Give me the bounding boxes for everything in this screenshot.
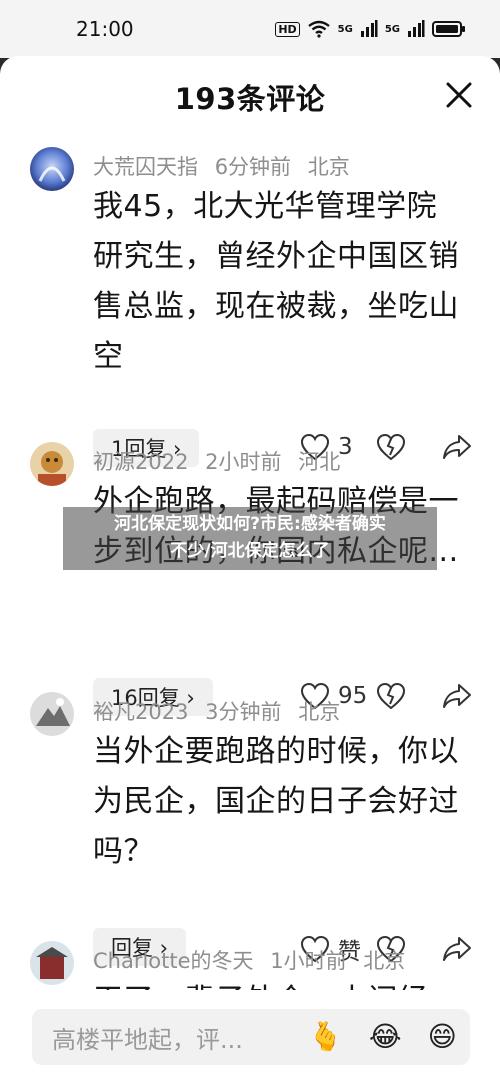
share-icon bbox=[443, 684, 471, 708]
broken-heart-icon bbox=[376, 433, 406, 461]
comment-username[interactable]: 大荒囚天指 bbox=[93, 155, 198, 179]
overlay-line-2: 不少/河北保定怎么了 bbox=[170, 541, 330, 561]
comment-location: 北京 bbox=[363, 949, 406, 973]
dislike-button[interactable] bbox=[376, 433, 406, 461]
comment-meta: 初源2022 2小时前 河北 bbox=[93, 446, 350, 476]
avatar[interactable] bbox=[30, 941, 74, 985]
comment-input[interactable]: 高楼平地起，评... bbox=[52, 1020, 280, 1055]
dislike-button[interactable] bbox=[376, 682, 406, 710]
comment-time: 1小时前 bbox=[270, 949, 347, 973]
comment-text: 当外企要跑路的时候，你以为民企，国企的日子会好过吗？ bbox=[93, 734, 459, 869]
signal-icon bbox=[360, 20, 378, 37]
avatar[interactable] bbox=[30, 692, 74, 736]
comment-location: 北京 bbox=[298, 700, 341, 724]
share-button[interactable] bbox=[442, 434, 472, 460]
comment-time: 6分钟前 bbox=[214, 155, 292, 179]
broken-heart-icon bbox=[376, 682, 406, 710]
grinning-emoji-icon[interactable]: 😄 bbox=[428, 1023, 457, 1051]
signal-icon bbox=[408, 20, 425, 37]
comment-username[interactable]: Charlotte的冬天 bbox=[93, 949, 254, 973]
comment-username[interactable]: 裕凡2023 bbox=[93, 700, 188, 724]
wifi-icon bbox=[307, 20, 330, 38]
comment-username[interactable]: 初源2022 bbox=[93, 450, 188, 474]
avatar[interactable] bbox=[30, 147, 74, 191]
comment-location: 北京 bbox=[307, 155, 350, 179]
share-icon bbox=[443, 937, 471, 961]
comment-location: 河北 bbox=[298, 450, 341, 474]
heart-hands-emoji-icon[interactable]: 🫰 bbox=[308, 1023, 343, 1051]
comment-meta: 大荒囚天指 6分钟前 北京 bbox=[93, 151, 360, 181]
share-button[interactable] bbox=[442, 683, 472, 709]
status-time: 21:00 bbox=[76, 17, 134, 41]
comment-text: 我45，北大光华管理学院研究生，曾经外企中国区销售总监，现在被裁，坐吃山空 bbox=[93, 189, 459, 374]
battery-icon bbox=[432, 21, 465, 37]
signal-label-1: 5G bbox=[337, 23, 353, 35]
share-button[interactable] bbox=[442, 936, 472, 962]
avatar[interactable] bbox=[30, 442, 74, 486]
overlay-headline: 河北保定现状如何?市民:感染者确实 不少/河北保定怎么了 bbox=[63, 507, 437, 570]
comment-time: 3分钟前 bbox=[205, 700, 282, 724]
close-button[interactable] bbox=[444, 80, 474, 110]
signal-label-2: 5G bbox=[384, 23, 400, 35]
sheet-header: 193条评论 bbox=[0, 56, 500, 140]
comment-meta: Charlotte的冬天 1小时前 北京 bbox=[93, 945, 415, 975]
comment-time: 2小时前 bbox=[205, 450, 282, 474]
overlay-line-1: 河北保定现状如何?市民:感染者确实 bbox=[114, 514, 386, 534]
comment-input-bar[interactable]: 高楼平地起，评... 🫰 😂 😄 bbox=[32, 1009, 470, 1065]
share-icon bbox=[443, 435, 471, 459]
comment-meta: 裕凡2023 3分钟前 北京 bbox=[93, 696, 350, 726]
status-bar: 21:00 HD 5G 5G bbox=[0, 0, 500, 58]
laughing-tears-emoji-icon[interactable]: 😂 bbox=[369, 1023, 402, 1051]
close-icon bbox=[446, 82, 472, 108]
sheet-title: 193条评论 bbox=[174, 82, 326, 116]
status-icons: HD 5G 5G bbox=[275, 20, 466, 38]
hd-badge: HD bbox=[275, 21, 300, 37]
